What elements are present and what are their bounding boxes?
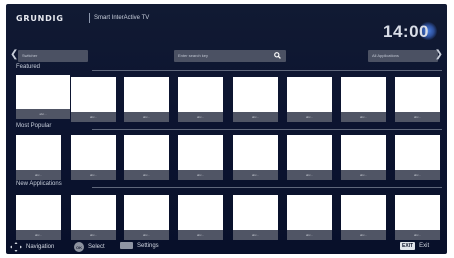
app-tile[interactable]: abc... [233, 135, 278, 180]
settings-label: Settings [137, 242, 159, 249]
app-tile[interactable]: abc... [16, 75, 70, 119]
app-tile[interactable]: abc... [178, 195, 223, 240]
tile-caption: abc... [71, 112, 116, 122]
search-icon[interactable] [274, 52, 281, 59]
tile-caption: abc... [16, 109, 70, 119]
app-tile[interactable]: abc... [16, 135, 61, 180]
section-title-featured: Featured [16, 64, 41, 70]
exit-key-icon: EXIT [400, 242, 416, 250]
section-divider [92, 70, 442, 71]
section-title-new-applications: New Applications [16, 181, 62, 187]
category-filter[interactable]: All Applications [368, 50, 438, 62]
ok-button-icon: OK [74, 242, 84, 252]
section-divider [92, 129, 442, 130]
navigation-label: Navigation [26, 244, 55, 250]
app-tile[interactable]: abc... [178, 77, 223, 122]
app-tile[interactable]: abc... [124, 195, 169, 240]
tile-caption: abc... [124, 170, 169, 180]
tile-caption: abc... [16, 170, 61, 180]
brand-logo: GRUNDIG [16, 14, 64, 23]
tile-caption: abc... [178, 170, 223, 180]
tile-caption: abc... [71, 170, 116, 180]
app-tile[interactable]: abc... [395, 135, 440, 180]
settings-key-icon [120, 242, 133, 249]
section-divider [92, 187, 442, 188]
tile-caption: abc... [287, 170, 332, 180]
app-tile[interactable]: abc... [16, 195, 61, 240]
chevron-right-icon[interactable]: ❯ [435, 49, 443, 60]
tile-caption: abc... [233, 170, 278, 180]
app-tile[interactable]: abc... [71, 135, 116, 180]
exit-label: Exit [419, 243, 430, 249]
search-input[interactable]: Enter search key [174, 50, 286, 62]
directional-pad-icon [10, 242, 22, 252]
filter-bar: ❮ Switcher Enter search key All Applicat… [6, 48, 447, 64]
featured-row: abc... abc... abc... abc... abc... abc..… [6, 75, 447, 122]
exit-hint: EXIT Exit [400, 242, 429, 250]
tile-caption: abc... [287, 112, 332, 122]
app-tile[interactable]: abc... [395, 195, 440, 240]
select-label: Select [88, 244, 105, 250]
app-tile[interactable]: abc... [287, 195, 332, 240]
switcher-filter[interactable]: Switcher [18, 50, 88, 62]
tile-caption: abc... [124, 112, 169, 122]
app-tile[interactable]: abc... [233, 77, 278, 122]
app-tile[interactable]: abc... [287, 135, 332, 180]
clock-widget: 14:00 [377, 20, 437, 42]
tile-caption: abc... [233, 112, 278, 122]
new-applications-row: abc... abc... abc... abc... abc... abc..… [6, 195, 447, 240]
clock-time: 14:00 [383, 22, 429, 41]
tile-caption: abc... [341, 170, 386, 180]
app-tile[interactable]: abc... [71, 195, 116, 240]
app-tile[interactable]: abc... [341, 195, 386, 240]
app-tile[interactable]: abc... [71, 77, 116, 122]
select-hint: OK Select [74, 242, 105, 252]
search-placeholder: Enter search key [178, 53, 209, 58]
tile-caption: abc... [178, 112, 223, 122]
category-label: All Applications [372, 53, 399, 58]
navigation-hint: Navigation [10, 242, 54, 252]
app-tile[interactable]: abc... [178, 135, 223, 180]
header: GRUNDIG Smart InterActive TV 14:00 [6, 4, 447, 44]
section-title-most-popular: Most Popular [16, 123, 52, 129]
app-tile[interactable]: abc... [124, 77, 169, 122]
switcher-label: Switcher [22, 53, 38, 58]
app-subtitle: Smart InterActive TV [94, 15, 150, 21]
app-tile[interactable]: abc... [395, 77, 440, 122]
tile-caption: abc... [341, 112, 386, 122]
app-tile[interactable]: abc... [341, 135, 386, 180]
app-tile[interactable]: abc... [233, 195, 278, 240]
app-tile[interactable]: abc... [124, 135, 169, 180]
footer-hints: Navigation OK Select Settings EXIT Exit [6, 239, 447, 254]
brand-divider [89, 13, 90, 23]
most-popular-row: abc... abc... abc... abc... abc... abc..… [6, 135, 447, 180]
tile-caption: abc... [395, 112, 440, 122]
settings-hint: Settings [120, 242, 159, 249]
tile-caption: abc... [395, 170, 440, 180]
app-tile[interactable]: abc... [287, 77, 332, 122]
app-tile[interactable]: abc... [341, 77, 386, 122]
smart-tv-screen: GRUNDIG Smart InterActive TV 14:00 ❮ Swi… [6, 4, 447, 254]
